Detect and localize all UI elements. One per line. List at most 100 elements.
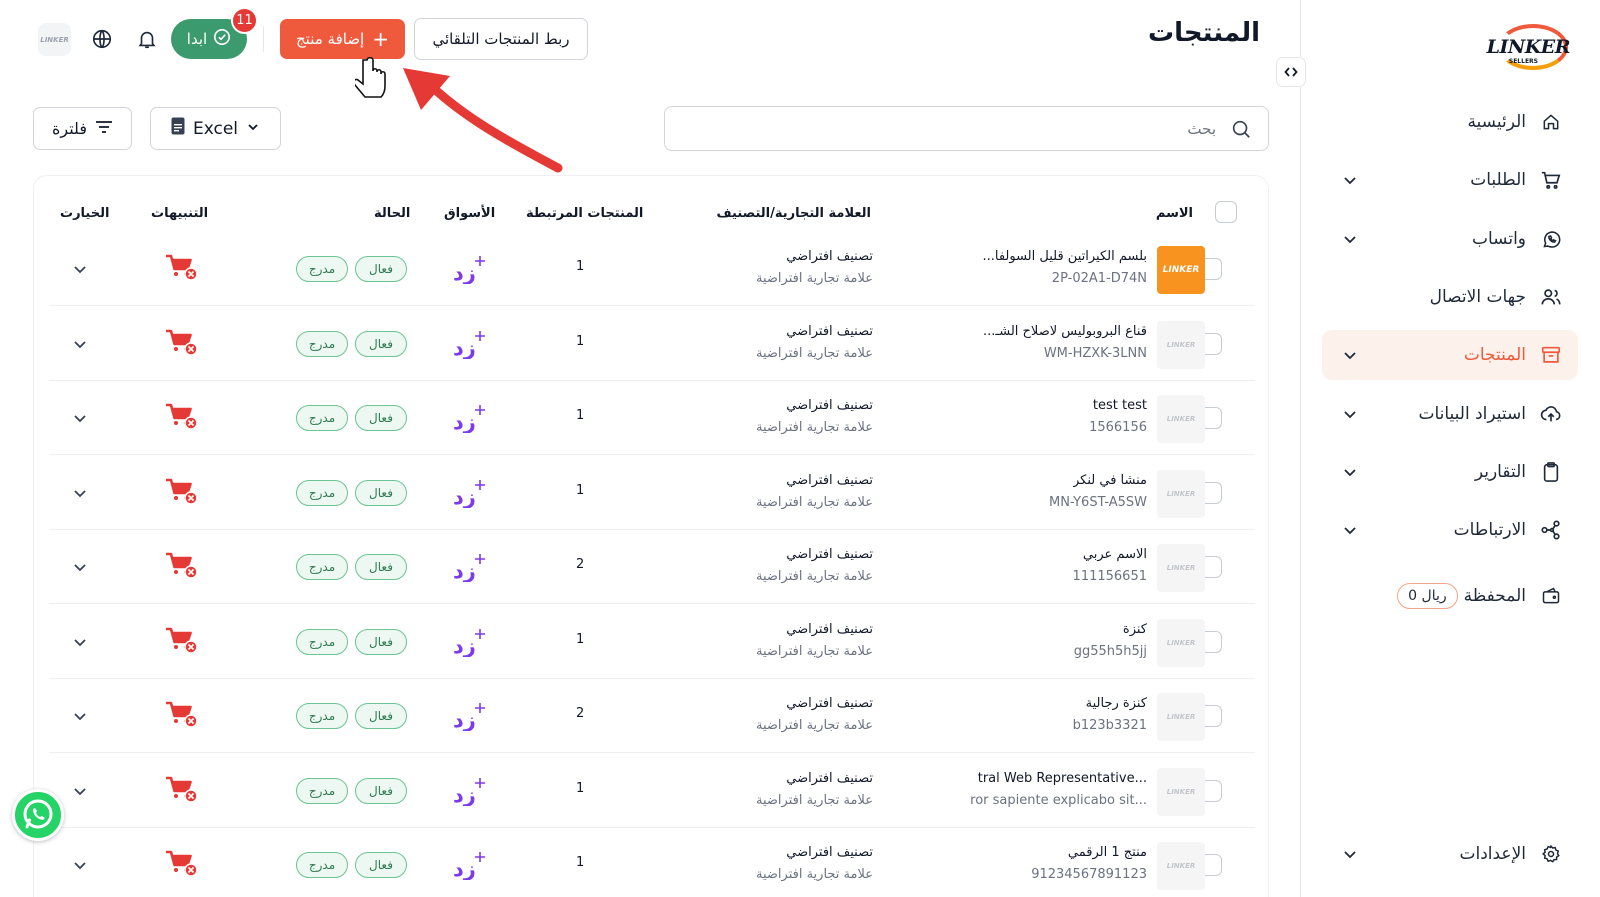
- chevron-down-icon[interactable]: [1340, 170, 1360, 190]
- cart-alert-icon[interactable]: [165, 850, 199, 878]
- sidebar-item-home[interactable]: الرئيسية: [1322, 97, 1578, 147]
- product-sku: WM-HZXK-3LNN: [1043, 345, 1147, 361]
- product-name[interactable]: قناع البروبوليس لاصلاح الشـ...: [983, 324, 1147, 339]
- status-badge-listed: مدرج: [296, 852, 348, 878]
- sidebar-item-box[interactable]: المنتجات: [1322, 330, 1578, 380]
- product-category: تصنيف افتراضي: [786, 845, 873, 860]
- status-badge-active: فعال: [355, 777, 407, 804]
- table-row[interactable]: LINKER ...tral Web Representative ...ror s…: [49, 754, 1255, 828]
- table-row[interactable]: LINKER منشأ في لنكر MN-Y6ST-A5SW تصنيف افتر…: [49, 456, 1255, 530]
- product-brand: علامة تجارية افتراضية: [755, 345, 873, 361]
- table-row[interactable]: LINKER منتج 1 الرقمي 91234567891123 تصنيف ا…: [49, 828, 1255, 897]
- globe-icon[interactable]: [91, 28, 113, 50]
- filter-button[interactable]: فلترة: [33, 107, 132, 150]
- chevron-down-icon[interactable]: [71, 260, 89, 278]
- sidebar-item-users[interactable]: جهات الاتصال: [1322, 272, 1578, 322]
- product-name[interactable]: كنزة: [1123, 622, 1147, 637]
- product-thumbnail: LINKER: [1157, 842, 1205, 890]
- search-input[interactable]: [716, 115, 1216, 143]
- product-name[interactable]: كنزة رجالية: [1086, 696, 1147, 711]
- cart-alert-icon[interactable]: [165, 478, 199, 506]
- status-badge-active: فعال: [355, 852, 407, 878]
- sidebar-item-settings[interactable]: الإعدادات: [1322, 829, 1578, 879]
- sidebar-item-share[interactable]: الارتباطات: [1322, 505, 1578, 555]
- search-bar: [664, 106, 1269, 151]
- sidebar-item-wallet[interactable]: المحفظة 0 ريال: [1322, 571, 1578, 621]
- table-row[interactable]: LINKER الاسم عربي 111156651 تصنيف افتراضي عل…: [49, 530, 1255, 604]
- select-all-checkbox[interactable]: [1215, 201, 1237, 223]
- table-row[interactable]: LINKER test test 1566156 تصنيف افتراضي علامة…: [49, 381, 1255, 455]
- sidebar-collapse-button[interactable]: [1276, 57, 1306, 87]
- product-name[interactable]: ...tral Web Representative: [978, 771, 1147, 786]
- filter-label: فلترة: [52, 119, 87, 138]
- status-badge-listed: مدرج: [296, 479, 348, 506]
- sidebar-item-upload[interactable]: استيراد البيانات: [1322, 389, 1578, 439]
- cart-alert-icon[interactable]: [165, 776, 199, 804]
- sidebar-item-cart[interactable]: الطلبات: [1322, 155, 1578, 205]
- sidebar-item-clipboard[interactable]: التقارير: [1322, 447, 1578, 497]
- zid-market-label: زد: [453, 485, 476, 508]
- chevron-down-icon[interactable]: [1340, 520, 1360, 540]
- header-linked-products: المنتجات المرتبطة: [526, 206, 644, 221]
- status-badge-listed: مدرج: [296, 330, 348, 357]
- linker-logo[interactable]: LINKER SELLERS: [1487, 22, 1574, 72]
- users-icon: [1540, 286, 1562, 308]
- product-brand: علامة تجارية افتراضية: [755, 494, 873, 510]
- chevron-down-icon[interactable]: [71, 856, 89, 874]
- table-row[interactable]: LINKER قناع البروبوليس لاصلاح الشـ... WM-H…: [49, 307, 1255, 381]
- zid-market-label: زد: [453, 410, 476, 433]
- zid-market-logo-icon: زد: [453, 777, 485, 806]
- chevron-down-icon[interactable]: [71, 558, 89, 576]
- product-name[interactable]: الاسم عربي: [1083, 547, 1147, 562]
- cart-alert-icon[interactable]: [165, 701, 199, 729]
- table-row[interactable]: LINKER كنزة gg55h5h5jj تصنيف افتراضي علامة ت…: [49, 605, 1255, 679]
- avatar[interactable]: LINKER: [38, 23, 71, 56]
- chevron-down-icon[interactable]: [71, 707, 89, 725]
- chevron-down-icon[interactable]: [71, 633, 89, 651]
- chevron-down-icon[interactable]: [1340, 404, 1360, 424]
- sidebar-item-label: استيراد البيانات: [1418, 404, 1526, 424]
- product-name[interactable]: منشأ في لنكر: [1073, 473, 1147, 488]
- sidebar-item-label: المحفظة: [1463, 586, 1526, 606]
- sidebar-item-label: الرئيسية: [1467, 112, 1526, 132]
- box-icon: [1540, 344, 1562, 366]
- table-row[interactable]: LINKER كنزة رجالية b123b3321 تصنيف افتراضي ع…: [49, 679, 1255, 753]
- zid-market-logo-icon: زد: [453, 479, 485, 508]
- cart-alert-icon[interactable]: [165, 329, 199, 357]
- excel-export-button[interactable]: Excel: [150, 107, 281, 150]
- product-name[interactable]: test test: [1093, 398, 1147, 413]
- zid-market-logo-icon: زد: [453, 554, 485, 582]
- cart-alert-icon[interactable]: [165, 627, 199, 655]
- zid-market-logo-icon: زد: [453, 703, 485, 731]
- status-badge-active: فعال: [355, 256, 407, 282]
- chevron-down-icon[interactable]: [1340, 844, 1360, 864]
- cart-alert-icon[interactable]: [165, 254, 199, 282]
- product-sku: MN-Y6ST-A5SW: [1049, 494, 1147, 510]
- zid-market-logo-icon: زد: [453, 852, 485, 880]
- chevron-down-icon[interactable]: [71, 409, 89, 427]
- cart-alert-icon[interactable]: [165, 552, 199, 580]
- chevron-down-icon[interactable]: [1340, 462, 1360, 482]
- product-category: تصنيف افتراضي: [786, 323, 873, 339]
- add-product-label: إضافة منتج: [296, 30, 365, 48]
- bell-icon[interactable]: [136, 28, 158, 50]
- table-row[interactable]: LINKER بلسم الكيراتين قليل السولفا... 2P-0…: [49, 232, 1255, 306]
- product-category: تصنيف افتراضي: [786, 547, 873, 562]
- chevron-down-icon[interactable]: [71, 782, 89, 800]
- cart-alert-icon[interactable]: [165, 403, 199, 431]
- product-name[interactable]: منتج 1 الرقمي: [1068, 845, 1147, 860]
- product-category: تصنيف افتراضي: [786, 770, 873, 786]
- chevron-down-icon[interactable]: [1340, 229, 1360, 249]
- filter-lines-icon: [95, 119, 113, 139]
- chevron-down-icon[interactable]: [1340, 345, 1360, 365]
- whatsapp-chat-button[interactable]: [12, 789, 64, 841]
- zid-market-label: زد: [453, 261, 476, 284]
- product-thumbnail: LINKER: [1157, 693, 1205, 741]
- chevron-down-icon[interactable]: [71, 484, 89, 502]
- linked-products-count: 1: [576, 408, 585, 423]
- product-name[interactable]: بلسم الكيراتين قليل السولفا...: [982, 249, 1147, 264]
- sidebar-item-whatsapp[interactable]: واتساب: [1322, 214, 1578, 264]
- clipboard-icon: [1540, 461, 1562, 483]
- product-thumbnail: LINKER: [1157, 395, 1205, 443]
- chevron-down-icon[interactable]: [71, 335, 89, 353]
